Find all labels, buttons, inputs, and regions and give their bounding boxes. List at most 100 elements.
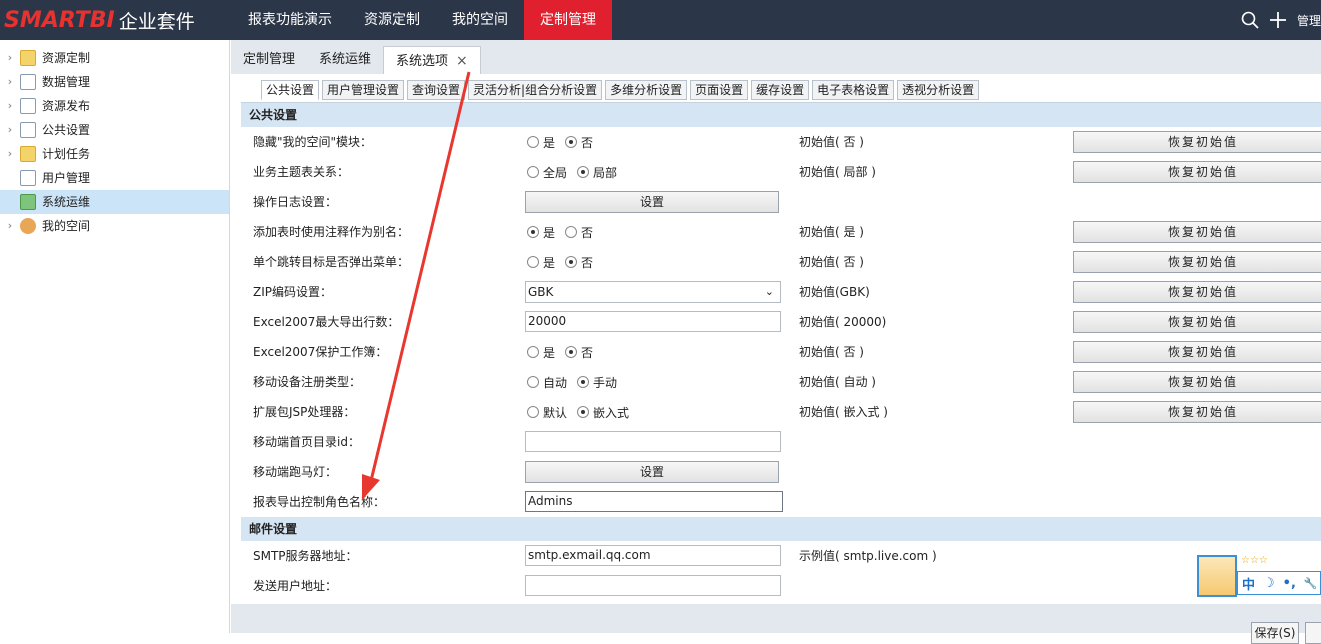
subtab-page[interactable]: 页面设置 (690, 80, 749, 100)
expand-arrow-icon[interactable]: › (4, 142, 16, 166)
subtab-pivot[interactable]: 透视分析设置 (897, 80, 980, 100)
expand-arrow-icon[interactable]: › (4, 70, 16, 94)
nav-item-resource-custom[interactable]: 资源定制 (348, 0, 436, 40)
expand-arrow-icon[interactable]: › (4, 214, 16, 238)
sidebar-item-my-space[interactable]: › 我的空间 (0, 214, 229, 238)
sidebar-item-user-management[interactable]: 用户管理 (0, 166, 229, 190)
reset-default-button[interactable]: 恢复初始值 (1073, 401, 1321, 423)
radio-default[interactable] (527, 406, 539, 418)
logo[interactable]: SMARTBI 企业套件 (0, 0, 230, 40)
export-role-input[interactable]: Admins (525, 491, 783, 512)
radio-local[interactable] (577, 166, 590, 178)
radio-auto[interactable] (527, 376, 539, 388)
subtab-flex-analysis[interactable]: 灵活分析|组合分析设置 (468, 80, 603, 100)
smtp-server-input[interactable]: smtp.exmail.qq.com (525, 545, 781, 566)
expand-arrow-icon[interactable]: › (4, 46, 16, 70)
nav-item-my-space[interactable]: 我的空间 (436, 0, 524, 40)
subtab-query[interactable]: 查询设置 (407, 80, 466, 100)
radio-yes[interactable] (527, 136, 539, 148)
settings-subtabs: 公共设置 用户管理设置 查询设置 灵活分析|组合分析设置 多维分析设置 页面设置… (261, 80, 980, 100)
sidebar-item-data-management[interactable]: › 数据管理 (0, 70, 229, 94)
chinese-mode-icon[interactable]: 中 (1242, 574, 1255, 593)
radio-no[interactable] (565, 256, 578, 268)
nav-item-report-demo[interactable]: 报表功能演示 (232, 0, 348, 40)
tab-custom-management[interactable]: 定制管理 (231, 46, 307, 74)
punctuation-icon[interactable]: •, (1283, 576, 1296, 591)
setting-label: 扩展包JSP处理器： (253, 405, 356, 419)
sidebar-item-label: 数据管理 (42, 75, 91, 89)
radio-label: 是 (543, 135, 556, 150)
radio-label: 否 (581, 345, 594, 360)
setting-label: 报表导出控制角色名称： (253, 495, 386, 509)
op-log-settings-button[interactable]: 设置 (525, 191, 779, 213)
system-ops-icon (20, 194, 36, 210)
radio-label: 局部 (593, 165, 618, 180)
sidebar-item-label: 公共设置 (42, 123, 91, 137)
reset-default-button[interactable]: 恢复初始值 (1073, 311, 1321, 333)
sidebar-item-label: 计划任务 (42, 147, 91, 161)
sidebar-item-resource-custom[interactable]: › 资源定制 (0, 46, 229, 70)
subtab-user-management[interactable]: 用户管理设置 (322, 80, 405, 100)
reset-default-button[interactable]: 恢复初始值 (1073, 161, 1321, 183)
setting-label: 添加表时使用注释作为别名： (253, 225, 410, 239)
expand-arrow-icon[interactable]: › (4, 118, 16, 142)
add-icon[interactable] (1269, 11, 1287, 29)
top-right-tools: 管理 (1241, 0, 1321, 40)
main-nav: 报表功能演示 资源定制 我的空间 定制管理 (232, 0, 612, 40)
secondary-button[interactable] (1305, 622, 1321, 644)
setting-row-jsp: 扩展包JSP处理器： 默认 嵌入式 初始值( 嵌入式 ) 恢复初始值 (241, 397, 1321, 427)
tab-system-ops[interactable]: 系统运维 (307, 46, 383, 74)
setting-row-mobile-reg: 移动设备注册类型： 自动 手动 初始值( 自动 ) 恢复初始值 (241, 367, 1321, 397)
radio-no[interactable] (565, 346, 578, 358)
admin-link[interactable]: 管理 (1297, 12, 1321, 29)
avatar[interactable] (1197, 555, 1237, 597)
edit-document-icon (20, 98, 36, 114)
sender-address-input[interactable] (525, 575, 781, 596)
radio-embedded[interactable] (577, 406, 590, 418)
save-button[interactable]: 保存(S) (1251, 622, 1299, 644)
marquee-settings-button[interactable]: 设置 (525, 461, 779, 483)
initial-value: 初始值( 局部 ) (799, 165, 876, 179)
main-area: 定制管理 系统运维 系统选项 × 公共设置 用户管理设置 查询设置 灵活分析|组合… (231, 40, 1321, 644)
settings-document-icon (20, 122, 36, 138)
radio-global[interactable] (527, 166, 539, 178)
zip-encoding-select[interactable]: GBK ⌄ (525, 281, 781, 303)
radio-no[interactable] (565, 136, 578, 148)
expand-arrow-icon[interactable]: › (4, 94, 16, 118)
reset-default-button[interactable]: 恢复初始值 (1073, 341, 1321, 363)
reset-default-button[interactable]: 恢复初始值 (1073, 371, 1321, 393)
setting-label: SMTP服务器地址： (253, 549, 358, 563)
radio-no[interactable] (565, 226, 578, 238)
subtab-public[interactable]: 公共设置 (261, 80, 320, 100)
reset-default-button[interactable]: 恢复初始值 (1073, 131, 1321, 153)
wrench-icon[interactable]: 🔧 (1304, 577, 1318, 590)
close-icon[interactable]: × (456, 53, 468, 69)
mobile-home-dir-input[interactable] (525, 431, 781, 452)
subtab-cache[interactable]: 缓存设置 (751, 80, 810, 100)
subtab-spreadsheet[interactable]: 电子表格设置 (812, 80, 895, 100)
tab-system-options[interactable]: 系统选项 × (383, 46, 481, 74)
ime-toolbar[interactable]: 中 ☽ •, 🔧 (1237, 571, 1321, 595)
sidebar-item-label: 资源发布 (42, 99, 91, 113)
setting-row-alias: 添加表时使用注释作为别名： 是 否 初始值( 是 ) 恢复初始值 (241, 217, 1321, 247)
sidebar-item-system-ops[interactable]: 系统运维 (0, 190, 229, 214)
reset-default-button[interactable]: 恢复初始值 (1073, 221, 1321, 243)
section-header-public: 公共设置 (241, 103, 1321, 127)
ime-widget[interactable]: ☆☆☆ 中 ☽ •, 🔧 (1197, 555, 1321, 597)
radio-yes[interactable] (527, 226, 539, 238)
reset-default-button[interactable]: 恢复初始值 (1073, 281, 1321, 303)
radio-yes[interactable] (527, 256, 539, 268)
setting-label: 操作日志设置： (253, 195, 338, 209)
subtab-olap[interactable]: 多维分析设置 (605, 80, 688, 100)
excel-max-rows-input[interactable]: 20000 (525, 311, 781, 332)
top-navigation-bar: SMARTBI 企业套件 报表功能演示 资源定制 我的空间 定制管理 管理 (0, 0, 1321, 40)
sidebar-item-public-settings[interactable]: › 公共设置 (0, 118, 229, 142)
reset-default-button[interactable]: 恢复初始值 (1073, 251, 1321, 273)
sidebar-item-resource-publish[interactable]: › 资源发布 (0, 94, 229, 118)
sidebar-item-scheduled-tasks[interactable]: › 计划任务 (0, 142, 229, 166)
moon-icon[interactable]: ☽ (1263, 576, 1275, 591)
nav-item-custom-management[interactable]: 定制管理 (524, 0, 612, 40)
search-icon[interactable] (1241, 11, 1259, 29)
radio-yes[interactable] (527, 346, 539, 358)
radio-manual[interactable] (577, 376, 590, 388)
